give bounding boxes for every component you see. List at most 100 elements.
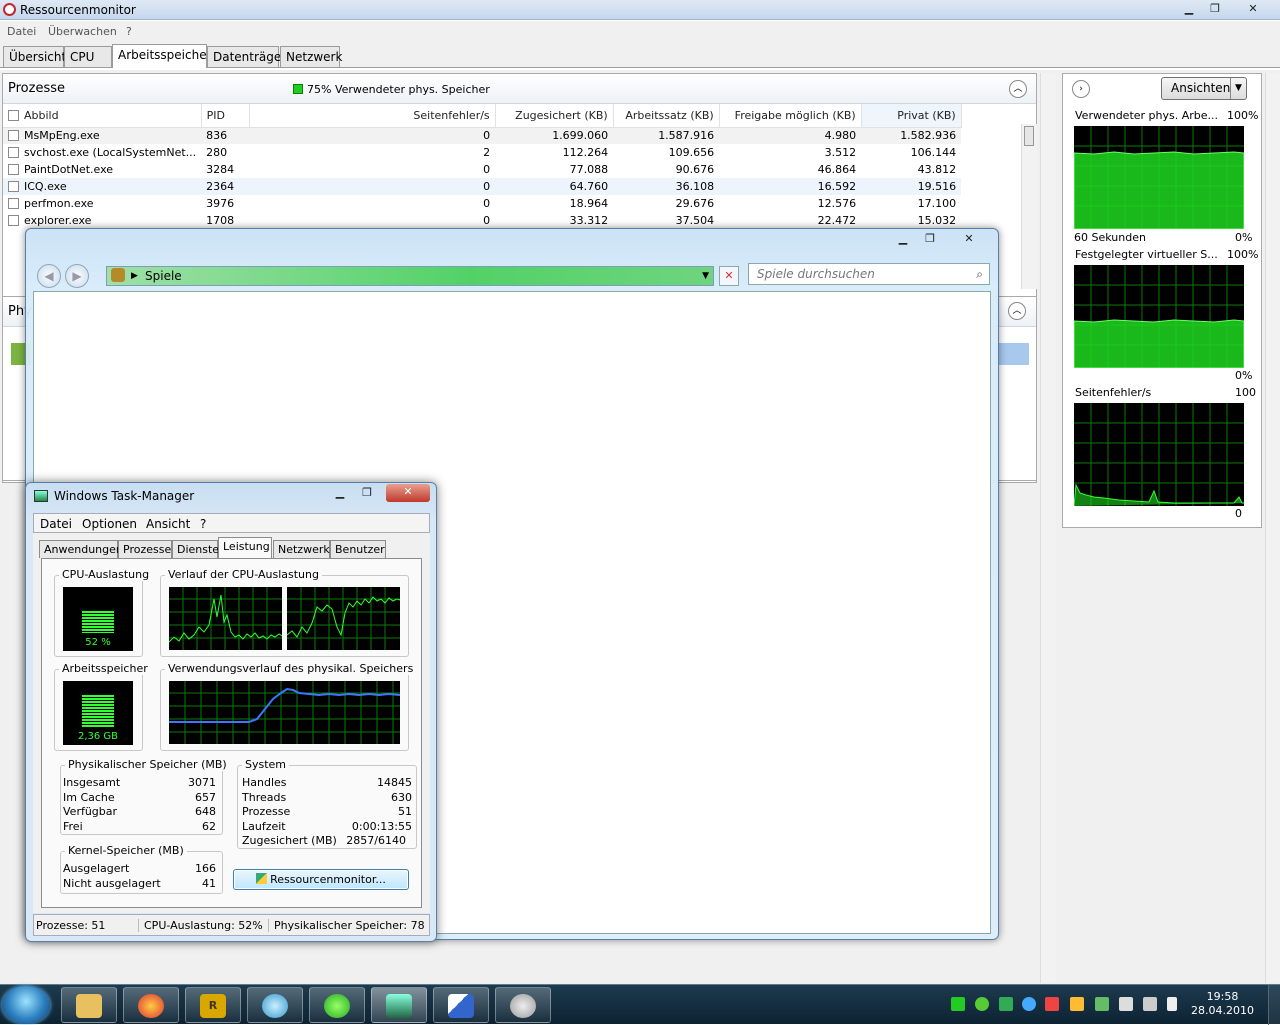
table-row[interactable]: perfmon.exe 3976 0 18.964 29.676 12.576 … (3, 195, 961, 212)
memory-usage-value: 2,36 GB (77, 731, 119, 742)
collapse-physical-button[interactable]: ︿ (1008, 302, 1026, 320)
tm-menu-ansicht[interactable]: Ansicht (146, 517, 190, 531)
row-checkbox[interactable] (8, 164, 19, 175)
tray-warning-icon[interactable] (1045, 997, 1059, 1011)
table-row[interactable]: MsMpEng.exe 836 0 1.699.060 1.587.916 4.… (3, 127, 962, 144)
tray-device-icon[interactable] (1095, 997, 1109, 1011)
sys-laufzeit-value: 0:00:13:55 (351, 820, 412, 833)
select-all-checkbox[interactable] (8, 109, 19, 121)
tm-maximize-button[interactable]: ❐ (356, 485, 378, 501)
tab-netzwerk[interactable]: Netzwerk (280, 46, 342, 67)
table-row[interactable]: svchost.exe (LocalSystemNet... 280 2 112… (3, 144, 961, 161)
tm-menu-help[interactable]: ? (200, 517, 206, 531)
chevron-down-icon[interactable]: ▼ (1230, 78, 1246, 99)
search-icon[interactable]: ⌕ (976, 267, 983, 281)
sys-laufzeit-label: Laufzeit (242, 820, 286, 833)
explorer-close-button[interactable]: ✕ (954, 231, 984, 247)
clock-time: 19:58 (1206, 990, 1239, 1003)
stop-icon[interactable]: ✕ (719, 266, 739, 286)
taskbar-firefox[interactable] (123, 987, 179, 1023)
menu-help[interactable]: ? (126, 25, 132, 38)
processes-header[interactable]: Prozesse 75% Verwendeter phys. Speicher … (3, 74, 1036, 104)
phys-insgesamt-label: Insgesamt (63, 776, 121, 789)
minimize-button[interactable]: ▁ (1178, 1, 1200, 17)
tab-prozesse[interactable]: Prozesse (118, 540, 172, 558)
back-button[interactable]: ◀ (37, 264, 61, 288)
tab-uebersicht[interactable]: Übersicht (3, 46, 66, 67)
cpu-usage-value: 52 % (85, 637, 111, 648)
explorer-minimize-button[interactable]: ▁ (892, 231, 914, 247)
menu-datei[interactable]: Datei (7, 25, 36, 38)
collapse-processes-button[interactable]: ︿ (1009, 80, 1027, 98)
cell-arbeitssatz: 1.587.916 (658, 129, 715, 143)
row-checkbox[interactable] (8, 215, 19, 226)
row-checkbox[interactable] (8, 181, 19, 192)
tab-datentraeger[interactable]: Datenträger (207, 46, 286, 67)
expand-graphs-button[interactable]: › (1072, 80, 1090, 98)
table-row[interactable]: explorer.exe 1708 0 33.312 37.504 22.472… (3, 212, 961, 229)
tray-icq-icon[interactable] (975, 997, 989, 1011)
tab-leistung[interactable]: Leistung (218, 537, 272, 559)
maximize-button[interactable]: ❐ (1204, 1, 1226, 17)
address-dropdown-icon[interactable]: ▼ (702, 267, 709, 285)
tab-cpu[interactable]: CPU (64, 46, 112, 67)
tm-minimize-button[interactable]: ▁ (329, 485, 351, 501)
tab-arbeitsspeicher[interactable]: Arbeitsspeicher (112, 44, 212, 68)
taskbar-r-app[interactable]: R (185, 987, 241, 1023)
scroll-thumb[interactable] (1024, 126, 1034, 146)
taskbar-resmon[interactable] (495, 987, 551, 1023)
sys-zugesichert-label: Zugesichert (MB) (242, 834, 337, 847)
row-checkbox[interactable] (8, 147, 19, 158)
process-scrollbar[interactable] (1021, 124, 1037, 289)
tray-sync-icon[interactable] (999, 997, 1013, 1011)
view-button[interactable]: Ansichten ▼ (1161, 77, 1247, 100)
row-checkbox[interactable] (8, 198, 19, 209)
col-privat[interactable]: Privat (KB) (861, 104, 962, 128)
taskbar-taskmanager[interactable] (371, 987, 427, 1023)
tray-users-icon[interactable] (1070, 997, 1084, 1011)
tm-menu-datei[interactable]: Datei (40, 517, 72, 531)
col-zugesichert[interactable]: Zugesichert (KB) (495, 104, 614, 128)
col-abbild[interactable]: Abbild (3, 104, 202, 128)
right-vertical-scrollbar[interactable] (1265, 73, 1280, 983)
taskbar-clock[interactable]: 19:58 28.04.2010 (1191, 990, 1254, 1018)
tm-menu-optionen[interactable]: Optionen (82, 517, 137, 531)
explorer-maximize-button[interactable]: ❐ (919, 231, 941, 247)
close-button[interactable]: ✕ (1242, 1, 1264, 17)
show-desktop-button[interactable] (1268, 985, 1280, 1025)
taskbar-icq[interactable] (309, 987, 365, 1023)
tray-update-icon[interactable] (1022, 997, 1036, 1011)
main-vertical-scrollbar[interactable] (1040, 73, 1056, 983)
action-center-flag-icon[interactable] (1167, 997, 1177, 1011)
taskbar-itunes[interactable] (247, 987, 303, 1023)
tab-anwendungen[interactable]: Anwendungen (39, 540, 123, 558)
kernel-ausgelagert-label: Ausgelagert (63, 862, 130, 875)
cpu-meter-fill (82, 611, 114, 633)
taskmanager-window: Windows Task-Manager ▁ ❐ ✕ Datei Optione… (25, 482, 437, 942)
forward-button[interactable]: ▶ (65, 264, 89, 288)
breadcrumb-spiele[interactable]: Spiele (145, 267, 182, 285)
resource-monitor-button[interactable]: Ressourcenmonitor... (233, 869, 409, 890)
tab-netzwerk-tm[interactable]: Netzwerk (273, 540, 330, 558)
address-bar[interactable]: ▶ Spiele ▼ (106, 266, 714, 286)
col-pid[interactable]: PID (201, 104, 250, 128)
tab-dienste[interactable]: Dienste (172, 540, 219, 558)
tab-benutzer[interactable]: Benutzer (330, 540, 386, 558)
start-button[interactable] (2, 986, 50, 1024)
search-input[interactable]: Spiele durchsuchen ⌕ (748, 263, 990, 285)
taskbar-explorer[interactable] (61, 987, 117, 1023)
table-row[interactable]: ICQ.exe 2364 0 64.760 36.108 16.592 19.5… (3, 178, 962, 195)
resmon-title: Ressourcenmonitor (20, 3, 136, 17)
row-checkbox[interactable] (8, 130, 19, 142)
tm-close-button[interactable]: ✕ (386, 484, 430, 502)
col-arbeitssatz[interactable]: Arbeitssatz (KB) (613, 104, 720, 128)
col-seitenfehler[interactable]: Seitenfehler/s (249, 104, 496, 128)
taskbar-paintdotnet[interactable] (433, 987, 489, 1023)
menu-ueberwachen[interactable]: Überwachen (48, 25, 117, 38)
system-caption: System (242, 758, 290, 771)
speaker-icon[interactable] (1143, 997, 1157, 1011)
table-row[interactable]: PaintDotNet.exe 3284 0 77.088 90.676 46.… (3, 161, 961, 178)
network-icon[interactable] (1119, 997, 1133, 1011)
col-freigabe[interactable]: Freigabe möglich (KB) (719, 104, 862, 128)
tray-monitor-icon[interactable] (951, 997, 965, 1011)
